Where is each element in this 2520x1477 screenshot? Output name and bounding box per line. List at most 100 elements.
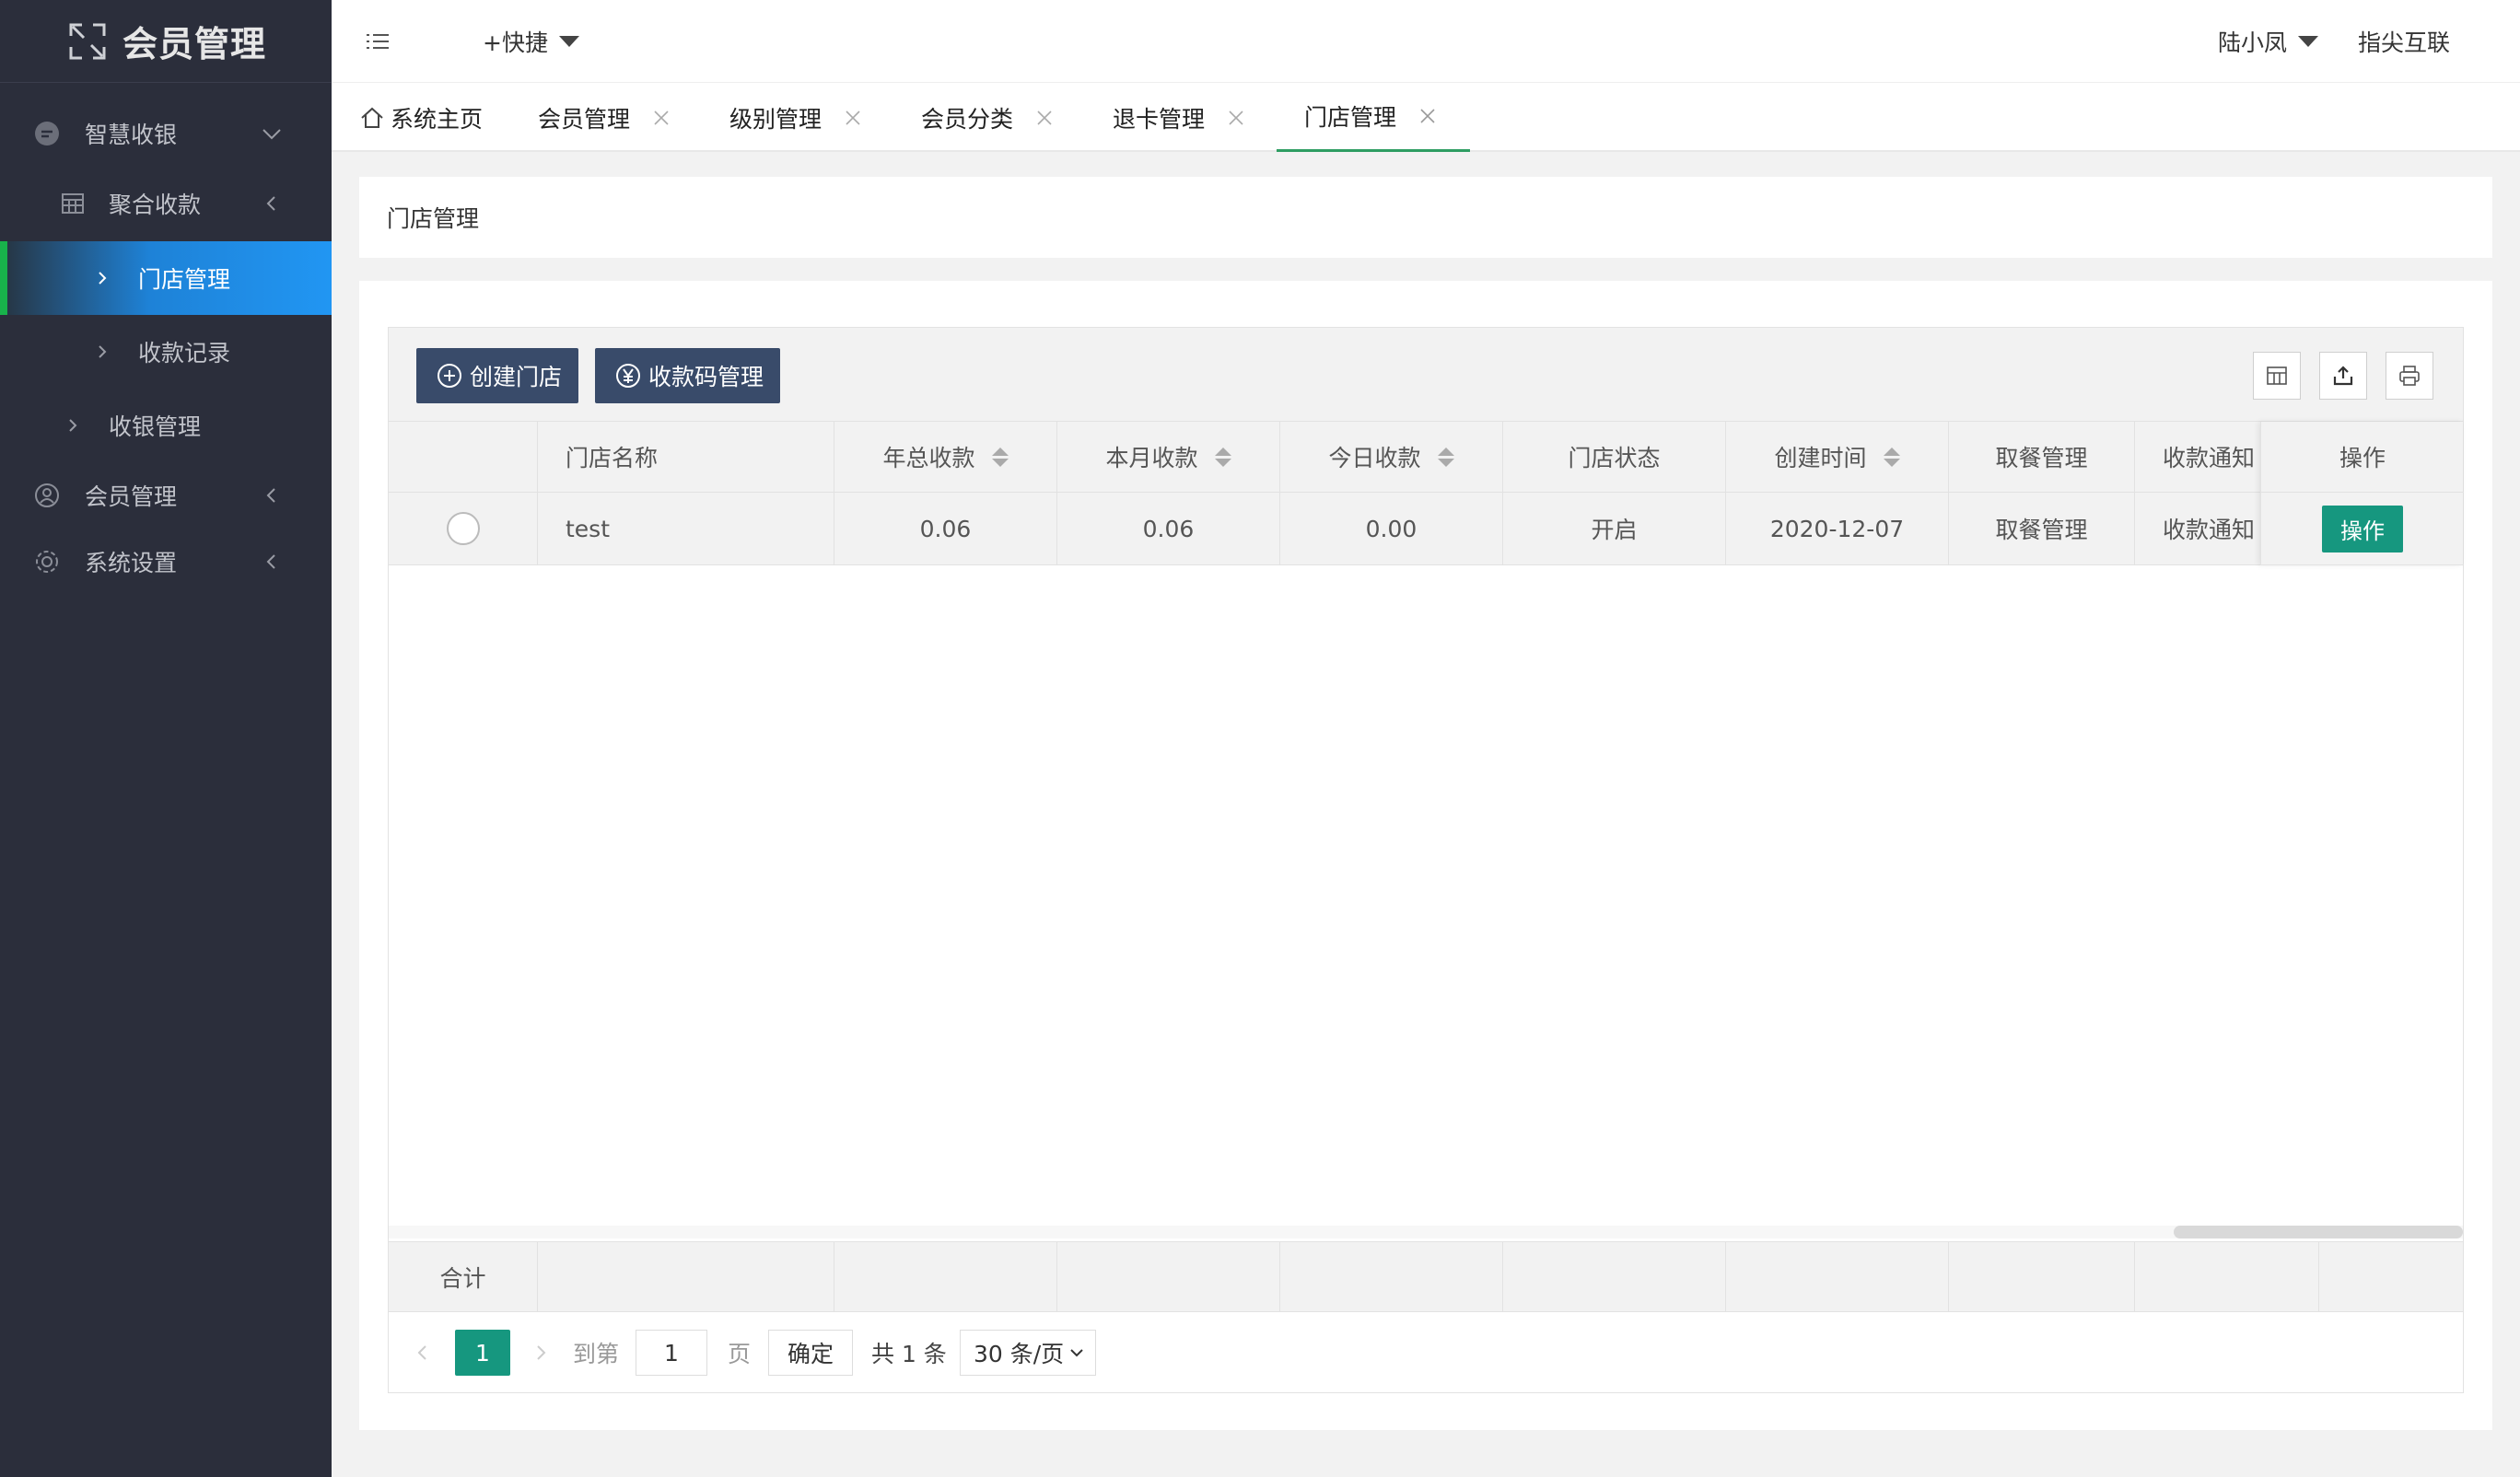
table-toolbar: 创建门店 收款码管理 bbox=[389, 328, 2463, 422]
total-cell bbox=[1280, 1242, 1503, 1311]
close-icon[interactable] bbox=[844, 109, 862, 127]
list-icon bbox=[367, 34, 389, 49]
total-cell bbox=[1503, 1242, 1726, 1311]
sidebar: 会员管理 智慧收银 聚合收款 门店管理 收款记录 收银管理 会员管理 系统设置 bbox=[0, 0, 332, 1477]
cell-action: 操作 bbox=[2261, 493, 2464, 565]
column-header-today-total[interactable]: 今日收款 bbox=[1280, 422, 1503, 492]
sidebar-item-label: 系统设置 bbox=[85, 550, 178, 576]
column-label: 收款通知 bbox=[2163, 445, 2256, 471]
column-label: 取餐管理 bbox=[1995, 445, 2088, 471]
goto-label: 到第 bbox=[573, 1341, 620, 1367]
sidebar-item-label: 聚合收款 bbox=[109, 192, 202, 218]
user-icon bbox=[33, 482, 61, 509]
brand-label: 指尖互联 bbox=[2358, 29, 2451, 56]
sort-icon[interactable] bbox=[1883, 447, 1900, 467]
tab-member-category[interactable]: 会员分类 bbox=[921, 83, 1054, 152]
row-radio[interactable] bbox=[446, 512, 480, 545]
create-store-button[interactable]: 创建门店 bbox=[416, 348, 579, 403]
table-row: test 0.06 0.06 0.00 开启 2020-12-07 取餐管理 收… bbox=[389, 493, 2463, 565]
tab-level-management[interactable]: 级别管理 bbox=[729, 83, 862, 152]
cell-year-total: 0.06 bbox=[834, 493, 1057, 564]
sort-icon[interactable] bbox=[991, 447, 1009, 467]
cell-text: 0.06 bbox=[919, 515, 972, 542]
sidebar-item-member-management[interactable]: 会员管理 bbox=[0, 460, 332, 530]
close-icon[interactable] bbox=[1227, 109, 1245, 127]
close-icon[interactable] bbox=[1418, 107, 1437, 125]
table-total-row: 合计 bbox=[389, 1241, 2463, 1312]
sidebar-item-cashier-management[interactable]: 收银管理 bbox=[0, 390, 332, 460]
sidebar-item-store-management[interactable]: 门店管理 bbox=[0, 241, 332, 315]
column-header-status: 门店状态 bbox=[1503, 422, 1726, 492]
sidebar-item-aggregate-payment[interactable]: 聚合收款 bbox=[0, 169, 332, 238]
next-page-icon[interactable] bbox=[531, 1343, 551, 1363]
close-icon[interactable] bbox=[1035, 109, 1054, 127]
cell-text: 2020-12-07 bbox=[1769, 515, 1905, 542]
horizontal-scrollbar[interactable] bbox=[2174, 1226, 2463, 1239]
create-store-label: 创建门店 bbox=[470, 364, 563, 390]
sort-icon[interactable] bbox=[1214, 447, 1231, 467]
export-button[interactable] bbox=[2319, 352, 2367, 400]
export-icon bbox=[2333, 366, 2353, 386]
sidebar-item-payment-records[interactable]: 收款记录 bbox=[0, 317, 332, 387]
page-title: 门店管理 bbox=[387, 205, 480, 232]
yen-circle-icon bbox=[616, 364, 640, 388]
menu-toggle-button[interactable] bbox=[365, 0, 391, 83]
column-header-action: 操作 bbox=[2261, 422, 2464, 493]
cell-text: 0.00 bbox=[1365, 515, 1418, 542]
user-menu[interactable]: 陆小凤 bbox=[2218, 0, 2319, 83]
sidebar-item-label: 智慧收银 bbox=[85, 122, 178, 148]
page-size-select[interactable]: 30 条/页 bbox=[960, 1330, 1096, 1376]
column-header-year-total[interactable]: 年总收款 bbox=[834, 422, 1057, 492]
chevron-right-icon bbox=[59, 412, 87, 439]
caret-down-icon bbox=[558, 36, 579, 47]
total-cell bbox=[1726, 1242, 1949, 1311]
chevron-down-icon bbox=[1070, 1349, 1083, 1357]
horizontal-scroll-track[interactable] bbox=[389, 1226, 2463, 1239]
sort-icon[interactable] bbox=[1437, 447, 1454, 467]
cell-meal[interactable]: 取餐管理 bbox=[1949, 493, 2135, 564]
column-label: 创建时间 bbox=[1774, 445, 1867, 471]
gear-icon bbox=[33, 548, 61, 576]
top-header: +快捷 陆小凤 指尖互联 bbox=[332, 0, 2520, 83]
caret-down-icon bbox=[2298, 36, 2319, 47]
printer-icon bbox=[2399, 366, 2420, 386]
print-button[interactable] bbox=[2386, 352, 2433, 400]
column-label: 本月收款 bbox=[1105, 445, 1198, 471]
quick-menu[interactable]: +快捷 bbox=[483, 0, 579, 83]
cell-text: test bbox=[566, 515, 611, 542]
current-page-button[interactable]: 1 bbox=[455, 1330, 510, 1376]
chevron-down-icon bbox=[262, 129, 281, 140]
column-header-created[interactable]: 创建时间 bbox=[1726, 422, 1949, 492]
meal-link[interactable]: 取餐管理 bbox=[1995, 512, 2087, 545]
total-cell bbox=[1949, 1242, 2135, 1311]
chevron-right-icon bbox=[88, 338, 116, 366]
goto-page-input[interactable]: 1 bbox=[636, 1330, 707, 1376]
notify-link[interactable]: 收款通知 bbox=[2163, 512, 2255, 545]
total-cell bbox=[834, 1242, 1057, 1311]
tab-home[interactable]: 系统主页 bbox=[359, 83, 483, 152]
plus-circle-icon bbox=[438, 364, 461, 388]
close-icon[interactable] bbox=[652, 109, 671, 127]
sidebar-item-system-settings[interactable]: 系统设置 bbox=[0, 527, 332, 597]
action-button[interactable]: 操作 bbox=[2322, 505, 2403, 552]
sidebar-item-label: 收银管理 bbox=[109, 413, 202, 440]
qr-manage-button[interactable]: 收款码管理 bbox=[595, 348, 781, 403]
prev-page-icon[interactable] bbox=[413, 1343, 433, 1363]
column-label: 今日收款 bbox=[1328, 445, 1421, 471]
cell-created: 2020-12-07 bbox=[1726, 493, 1949, 564]
collapse-icon[interactable] bbox=[65, 19, 110, 64]
goto-confirm-button[interactable]: 确定 bbox=[768, 1330, 853, 1376]
tab-card-return[interactable]: 退卡管理 bbox=[1113, 83, 1245, 152]
total-label-cell: 合计 bbox=[389, 1242, 538, 1311]
cell-store-name: test bbox=[538, 493, 834, 564]
tab-store-management[interactable]: 门店管理 bbox=[1277, 83, 1471, 152]
column-header-month-total[interactable]: 本月收款 bbox=[1057, 422, 1280, 492]
tab-member-management[interactable]: 会员管理 bbox=[538, 83, 671, 152]
sidebar-item-smart-cashier[interactable]: 智慧收银 bbox=[0, 99, 332, 169]
tab-label: 系统主页 bbox=[391, 105, 484, 133]
brand-link[interactable]: 指尖互联 bbox=[2358, 0, 2450, 83]
user-name: 陆小凤 bbox=[2218, 29, 2288, 56]
column-filter-button[interactable] bbox=[2253, 352, 2301, 400]
home-icon bbox=[361, 107, 383, 128]
column-label: 门店状态 bbox=[1568, 445, 1661, 471]
